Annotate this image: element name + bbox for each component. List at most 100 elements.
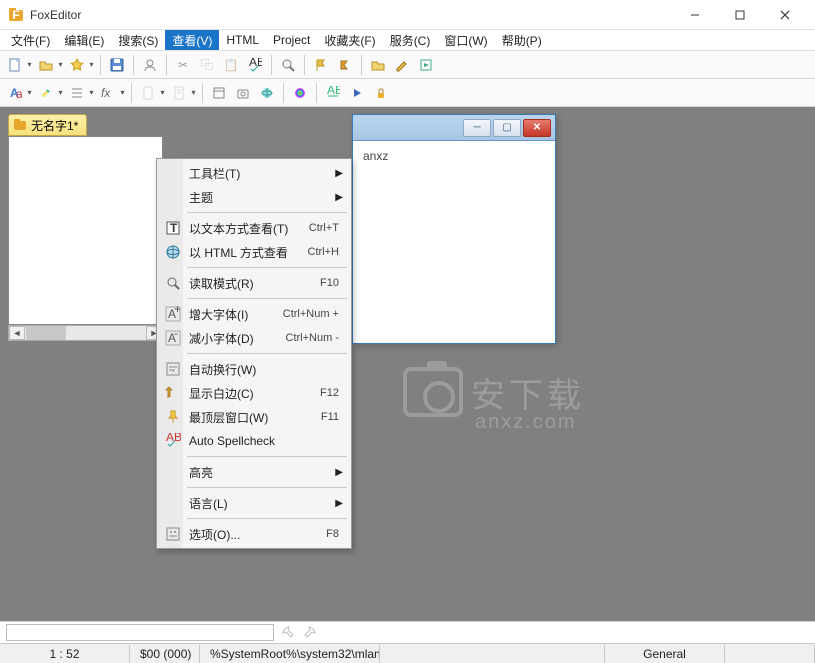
function-dropdown[interactable]: ▾ [119, 82, 126, 104]
paste-icon[interactable]: 📋 [220, 54, 242, 76]
menu-item[interactable]: 选项(O)...F8 [159, 522, 349, 546]
menu-item[interactable]: 语言(L)▶ [159, 491, 349, 515]
submenu-arrow-icon: ▶ [335, 467, 343, 478]
menu-edit[interactable]: 编辑(E) [57, 30, 111, 50]
menu-view[interactable]: 查看(V) [165, 30, 219, 50]
doc-icon [13, 118, 27, 132]
menu-item-label: 读取模式(R) [189, 275, 320, 292]
menu-item-label: Auto Spellcheck [189, 434, 339, 448]
user-icon[interactable] [139, 54, 161, 76]
window-icon[interactable] [208, 82, 230, 104]
child-maximize-icon[interactable]: ▢ [493, 119, 521, 137]
close-button[interactable] [762, 1, 807, 29]
spellcheck-icon[interactable]: ABC [244, 54, 266, 76]
doc2-dropdown[interactable]: ▾ [190, 82, 197, 104]
bookmark-icon[interactable] [334, 54, 356, 76]
doc2-icon[interactable] [168, 82, 190, 104]
menu-window[interactable]: 窗口(W) [437, 30, 494, 50]
margins-icon [164, 384, 182, 402]
lock-icon[interactable] [370, 82, 392, 104]
menu-favorites[interactable]: 收藏夹(F) [317, 30, 382, 50]
doc-dropdown[interactable]: ▾ [159, 82, 166, 104]
document-body[interactable] [8, 136, 163, 325]
menu-item[interactable]: ABCAuto Spellcheck [159, 429, 349, 453]
child-close-icon[interactable]: ✕ [523, 119, 551, 137]
list-dropdown[interactable]: ▾ [88, 82, 95, 104]
menu-item[interactable]: 工具栏(T)▶ [159, 161, 349, 185]
save-icon[interactable] [106, 54, 128, 76]
menu-item-label: 主题 [189, 189, 339, 206]
minimize-button[interactable] [672, 1, 717, 29]
menu-shortcut: F12 [320, 387, 339, 399]
function-icon[interactable]: fx [97, 82, 119, 104]
doc-icon[interactable] [137, 82, 159, 104]
menu-item[interactable]: T以文本方式查看(T)Ctrl+T [159, 216, 349, 240]
find-input[interactable] [6, 624, 274, 641]
color-wheel-icon[interactable] [289, 82, 311, 104]
search-icon[interactable] [277, 54, 299, 76]
format-icon[interactable]: Aa [4, 82, 26, 104]
app-icon: F [8, 7, 24, 23]
menu-service[interactable]: 服务(C) [383, 30, 438, 50]
child-minimize-icon[interactable]: ─ [463, 119, 491, 137]
menu-item[interactable]: 读取模式(R)F10 [159, 271, 349, 295]
menu-item[interactable]: 主题▶ [159, 185, 349, 209]
folder2-icon[interactable] [367, 54, 389, 76]
menu-search[interactable]: 搜索(S) [111, 30, 165, 50]
font-inc-icon: A+ [164, 305, 182, 323]
menu-item[interactable]: A-减小字体(D)Ctrl+Num - [159, 326, 349, 350]
new-file-icon[interactable] [4, 54, 26, 76]
menu-item[interactable]: 以 HTML 方式查看Ctrl+H [159, 240, 349, 264]
find-prev-icon[interactable] [302, 625, 318, 641]
highlight-dropdown[interactable]: ▾ [57, 82, 64, 104]
favorite-icon[interactable] [66, 54, 88, 76]
open-dropdown[interactable]: ▾ [57, 54, 64, 76]
svg-text:-: - [174, 330, 178, 340]
menu-item[interactable]: 自动换行(W) [159, 357, 349, 381]
menu-item[interactable]: 最顶层窗口(W)F11 [159, 405, 349, 429]
svg-text:ABC: ABC [249, 58, 262, 69]
globe-main-icon[interactable] [256, 82, 278, 104]
svg-text:fx: fx [101, 86, 111, 100]
submenu-arrow-icon: ▶ [335, 168, 343, 179]
menu-file[interactable]: 文件(F) [4, 30, 57, 50]
svg-text:F: F [12, 8, 19, 22]
menu-html[interactable]: HTML [219, 30, 266, 50]
menu-item[interactable]: 显示白边(C)F12 [159, 381, 349, 405]
menu-project[interactable]: Project [266, 30, 317, 50]
view-menu-dropdown: 工具栏(T)▶主题▶T以文本方式查看(T)Ctrl+T以 HTML 方式查看Ct… [156, 158, 352, 549]
new-file-dropdown[interactable]: ▾ [26, 54, 33, 76]
child-content[interactable]: anxz [353, 141, 555, 171]
menu-item[interactable]: 高亮▶ [159, 460, 349, 484]
flag-icon[interactable] [310, 54, 332, 76]
scroll-left-icon[interactable]: ◄ [9, 326, 25, 340]
favorite-dropdown[interactable]: ▾ [88, 54, 95, 76]
submenu-arrow-icon: ▶ [335, 498, 343, 509]
child-titlebar[interactable]: ─ ▢ ✕ [353, 115, 555, 141]
status-path: %SystemRoot%\system32\mlang [200, 645, 380, 663]
play-icon[interactable] [346, 82, 368, 104]
watermark: 安下载 anxz.com [403, 367, 585, 417]
statusbar: 1 : 52 $00 (000) %SystemRoot%\system32\m… [0, 643, 815, 663]
open-folder-icon[interactable] [35, 54, 57, 76]
find-next-icon[interactable] [280, 625, 296, 641]
menu-help[interactable]: 帮助(P) [495, 30, 549, 50]
menu-item[interactable]: A+增大字体(I)Ctrl+Num + [159, 302, 349, 326]
list-icon[interactable] [66, 82, 88, 104]
copy-icon[interactable]: ⿻ [196, 54, 218, 76]
titlebar: F FoxEditor [0, 0, 815, 30]
run-icon[interactable] [415, 54, 437, 76]
child-window: ─ ▢ ✕ anxz [352, 114, 556, 344]
scroll-thumb[interactable] [26, 326, 66, 340]
document-h-scrollbar[interactable]: ◄ ► [8, 325, 163, 341]
maximize-button[interactable] [717, 1, 762, 29]
diskette-icon[interactable] [232, 82, 254, 104]
edit-icon[interactable] [391, 54, 413, 76]
cut-icon[interactable]: ✂ [172, 54, 194, 76]
replace-icon[interactable]: AB [322, 82, 344, 104]
highlight-icon[interactable] [35, 82, 57, 104]
status-position: 1 : 52 [0, 645, 130, 663]
menu-shortcut: F10 [320, 277, 339, 289]
document-tab[interactable]: 无名字1* [8, 114, 87, 136]
format-dropdown[interactable]: ▾ [26, 82, 33, 104]
